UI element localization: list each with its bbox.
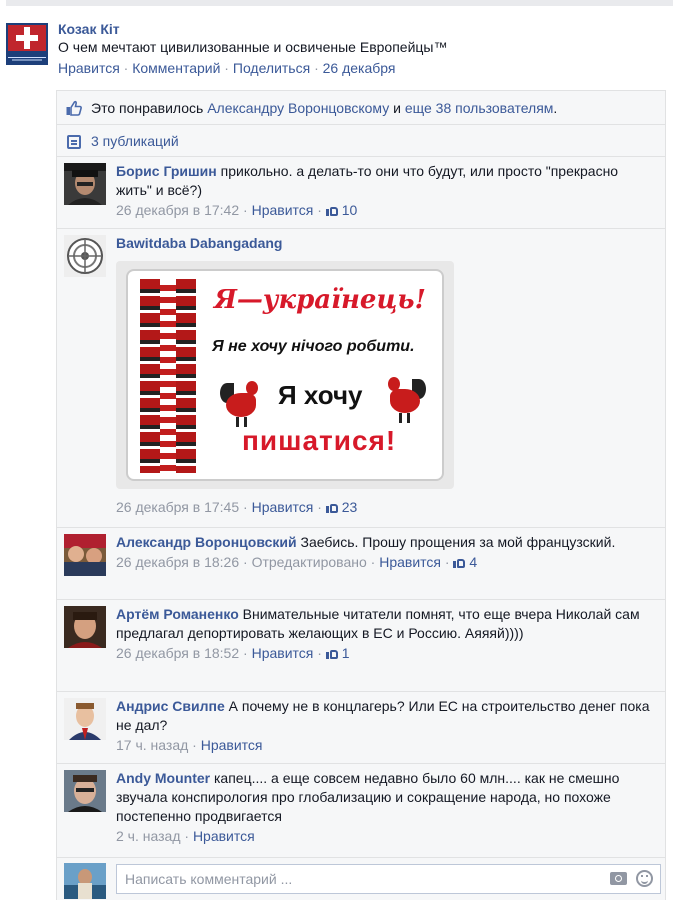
- thumbs-up-icon: [325, 647, 338, 659]
- smiley-icon[interactable]: [636, 870, 653, 887]
- other-likers-link[interactable]: еще 38 пользователям: [405, 100, 554, 116]
- avatar[interactable]: [64, 534, 106, 576]
- image-text-line4: пишатися!: [242, 425, 397, 456]
- shares-icon: [67, 135, 81, 149]
- comment-like-link[interactable]: Нравится: [379, 554, 441, 570]
- post-actions: Нравится · Комментарий · Поделиться · 26…: [58, 57, 658, 79]
- liker-link[interactable]: Александру Воронцовскому: [207, 100, 389, 116]
- comment-time[interactable]: 26 декабря в 18:26: [116, 554, 239, 570]
- post-date-link[interactable]: 26 декабря: [323, 60, 396, 76]
- comment-like-link[interactable]: Нравится: [193, 828, 255, 844]
- comment-like-count[interactable]: 1: [342, 645, 350, 661]
- shares-summary: 3 публикаций: [57, 124, 665, 156]
- comment-body: Андрис Свилпе А почему не в концлагерь? …: [116, 697, 656, 755]
- comment-like-count[interactable]: 4: [469, 554, 477, 570]
- comment-time[interactable]: 26 декабря в 17:42: [116, 202, 239, 218]
- comment-meta: 26 декабря в 17:45 · Нравится · 23: [116, 499, 358, 515]
- comment-like-link[interactable]: Нравится: [201, 737, 263, 753]
- avatar-caption: [8, 56, 46, 62]
- commenter-name[interactable]: Андрис Свилпе: [116, 698, 225, 714]
- avatar[interactable]: [64, 863, 106, 899]
- comment-meta: 26 декабря в 18:26 · Отредактировано · Н…: [116, 554, 478, 570]
- comment-time[interactable]: 2 ч. назад: [116, 828, 180, 844]
- embroidery-ornament: [140, 279, 196, 473]
- image-card: Я—українець! Я не хочу нічого робити. Я …: [126, 269, 444, 481]
- avatar[interactable]: [64, 163, 106, 205]
- comment-body: Andy Mounter капец.... а еще совсем неда…: [116, 769, 656, 846]
- camera-icon[interactable]: [610, 872, 627, 885]
- comment: Борис Гришин прикольно. а делать-то они …: [57, 156, 665, 228]
- thumbs-up-icon: [325, 204, 338, 216]
- thumbs-up-icon: [453, 556, 466, 568]
- comment-input[interactable]: [116, 864, 661, 894]
- cross-icon: [16, 27, 38, 49]
- comment-like-count[interactable]: 10: [342, 202, 358, 218]
- commenter-name[interactable]: Andy Mounter: [116, 770, 210, 786]
- commenter-name[interactable]: Борис Гришин: [116, 163, 217, 179]
- comment-body: Bawitdaba Dabangadang Я—українець! Я не …: [116, 234, 656, 524]
- comment: Андрис Свилпе А почему не в концлагерь? …: [57, 691, 665, 763]
- likes-summary: Это понравилось Александру Воронцовскому…: [57, 90, 665, 124]
- separator: ·: [310, 60, 323, 76]
- edited-label[interactable]: Отредактировано: [252, 554, 367, 570]
- comment-image[interactable]: Я—українець! Я не хочу нічого робити. Я …: [116, 261, 454, 489]
- like-link[interactable]: Нравится: [58, 60, 120, 76]
- post-text: О чем мечтают цивилизованные и освиченые…: [58, 39, 448, 55]
- image-text-line3: Я хочу: [278, 380, 363, 410]
- comment: Артём Романенко Внимательные читатели по…: [57, 599, 665, 691]
- avatar[interactable]: [64, 606, 106, 648]
- avatar[interactable]: [64, 698, 106, 740]
- page-avatar[interactable]: [6, 23, 48, 65]
- comment-meta: 17 ч. назад · Нравится: [116, 737, 263, 753]
- feedback-panel: Это понравилось Александру Воронцовскому…: [56, 90, 666, 900]
- comment-like-link[interactable]: Нравится: [252, 499, 314, 515]
- comment-like-link[interactable]: Нравится: [252, 645, 314, 661]
- rooster-icon: [220, 379, 266, 429]
- rooster-icon: [380, 375, 426, 425]
- comment: Andy Mounter капец.... а еще совсем неда…: [57, 763, 665, 857]
- commenter-name[interactable]: Артём Романенко: [116, 606, 239, 622]
- shares-link[interactable]: 3 публикаций: [91, 133, 179, 149]
- comment-time[interactable]: 17 ч. назад: [116, 737, 188, 753]
- likes-middle: и: [389, 100, 405, 116]
- comment-body: Артём Романенко Внимательные читатели по…: [116, 605, 656, 663]
- comment-body: Александр Воронцовский Заебись. Прошу пр…: [116, 533, 656, 572]
- comment-meta: 26 декабря в 18:52 · Нравится · 1: [116, 645, 350, 661]
- separator: ·: [220, 60, 233, 76]
- comment-meta: 26 декабря в 17:42 · Нравится · 10: [116, 202, 358, 218]
- comment-time[interactable]: 26 декабря в 18:52: [116, 645, 239, 661]
- commenter-name[interactable]: Bawitdaba Dabangadang: [116, 235, 282, 251]
- share-link[interactable]: Поделиться: [233, 60, 310, 76]
- image-text-line1: Я—українець!: [214, 285, 426, 315]
- comment-like-link[interactable]: Нравится: [252, 202, 314, 218]
- avatar[interactable]: [64, 770, 106, 812]
- comment-meta: 2 ч. назад · Нравится: [116, 828, 255, 844]
- post-body: Козак Кіт О чем мечтают цивилизованные и…: [58, 20, 658, 79]
- comment-composer: [57, 857, 665, 900]
- separator: ·: [119, 60, 133, 76]
- comment-text: Заебись. Прошу прощения за мой французск…: [300, 534, 616, 550]
- thumbs-up-icon: [66, 100, 82, 116]
- comment-link[interactable]: Комментарий: [132, 60, 220, 76]
- comment-body: Борис Гришин прикольно. а делать-то они …: [116, 162, 656, 220]
- commenter-name[interactable]: Александр Воронцовский: [116, 534, 297, 550]
- page-name-link[interactable]: Козак Кіт: [58, 20, 658, 38]
- likes-prefix: Это понравилось: [91, 100, 208, 116]
- top-divider: [6, 0, 673, 6]
- avatar[interactable]: [64, 235, 106, 277]
- comment: Bawitdaba Dabangadang Я—українець! Я не …: [57, 228, 665, 527]
- comment-time[interactable]: 26 декабря в 17:45: [116, 499, 239, 515]
- likes-suffix: .: [553, 100, 558, 116]
- thumbs-up-icon: [325, 501, 338, 513]
- comment-like-count[interactable]: 23: [342, 499, 358, 515]
- image-text-line2: Я не хочу нічого робити.: [212, 338, 415, 355]
- comment: Александр Воронцовский Заебись. Прошу пр…: [57, 527, 665, 599]
